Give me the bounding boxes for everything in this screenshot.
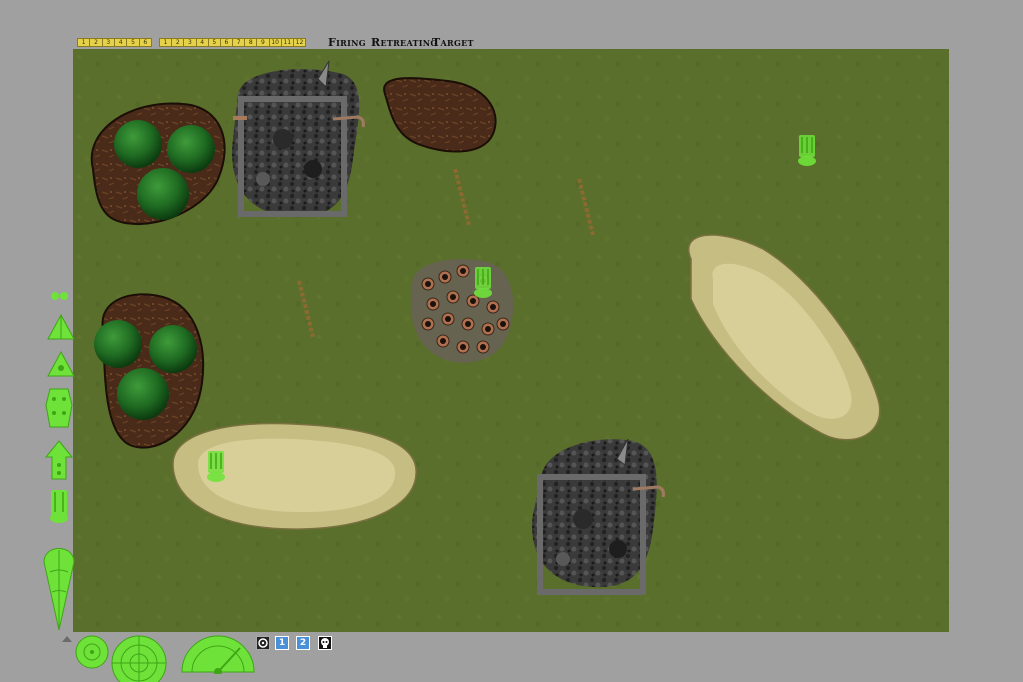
squad-unit[interactable] xyxy=(207,451,225,482)
bush xyxy=(114,120,162,168)
ruler-tick: 12 xyxy=(295,39,304,46)
small-blast-template[interactable] xyxy=(74,634,110,670)
squad-unit[interactable] xyxy=(474,267,492,298)
blast-template[interactable] xyxy=(42,385,76,431)
ruler-tick: 2 xyxy=(90,39,103,46)
ruler-tick: 3 xyxy=(184,39,197,46)
ruler-long[interactable]: 1 2 3 4 5 6 7 8 9 10 11 12 xyxy=(159,38,306,47)
unit-template[interactable] xyxy=(48,488,70,524)
ruler-tick: 1 xyxy=(78,39,91,46)
ruin-top[interactable] xyxy=(232,60,365,218)
skull-icon[interactable] xyxy=(318,636,332,650)
ruler-tick: 5 xyxy=(209,39,221,46)
toolbar-button-1[interactable]: 1 xyxy=(275,636,289,650)
menu-retreating[interactable]: Retreating xyxy=(371,36,438,49)
bush xyxy=(117,368,169,420)
squad-unit[interactable] xyxy=(798,135,816,166)
ruler-tick: 10 xyxy=(270,39,282,46)
bush xyxy=(137,168,189,220)
board-svg xyxy=(73,49,949,632)
triangle-template[interactable] xyxy=(46,350,76,378)
bush xyxy=(149,325,197,373)
bush xyxy=(94,320,142,368)
ruler-tick: 2 xyxy=(172,39,185,46)
bush xyxy=(167,125,215,173)
flame-template[interactable] xyxy=(42,532,76,632)
scroll-arrow-icon[interactable] xyxy=(61,635,73,643)
menu-firing[interactable]: Firing xyxy=(328,36,366,49)
crosshair-icon[interactable] xyxy=(256,636,270,650)
ruler-tick: 4 xyxy=(197,39,209,46)
crosshair-glyph xyxy=(258,638,268,648)
small-template[interactable] xyxy=(50,290,70,302)
ruler-tick: 1 xyxy=(160,39,173,46)
ruler-tick: 8 xyxy=(245,39,258,46)
ruler-short[interactable]: 123456 xyxy=(77,38,152,47)
ruler-tick: 4 xyxy=(115,39,128,46)
arrow-template[interactable] xyxy=(44,439,74,481)
ruler-tick: 7 xyxy=(233,39,246,46)
toolbar-button-2[interactable]: 2 xyxy=(296,636,310,650)
ruler-tick: 6 xyxy=(143,39,148,46)
ruin-bottom[interactable] xyxy=(532,438,665,595)
ruler-tick: 6 xyxy=(221,39,234,46)
large-blast-template[interactable] xyxy=(110,634,168,682)
ruler-tick: 3 xyxy=(103,39,115,46)
ruler-tick: 11 xyxy=(282,39,294,46)
ruler-tick: 9 xyxy=(257,39,270,46)
triangle-template[interactable] xyxy=(46,313,76,341)
ruler-tick: 5 xyxy=(127,39,140,46)
arc-gauge-template[interactable] xyxy=(180,634,256,674)
crater-field[interactable] xyxy=(410,259,514,363)
menu-target[interactable]: Target xyxy=(432,36,474,49)
game-board[interactable] xyxy=(73,49,949,632)
skull-glyph xyxy=(321,638,329,648)
